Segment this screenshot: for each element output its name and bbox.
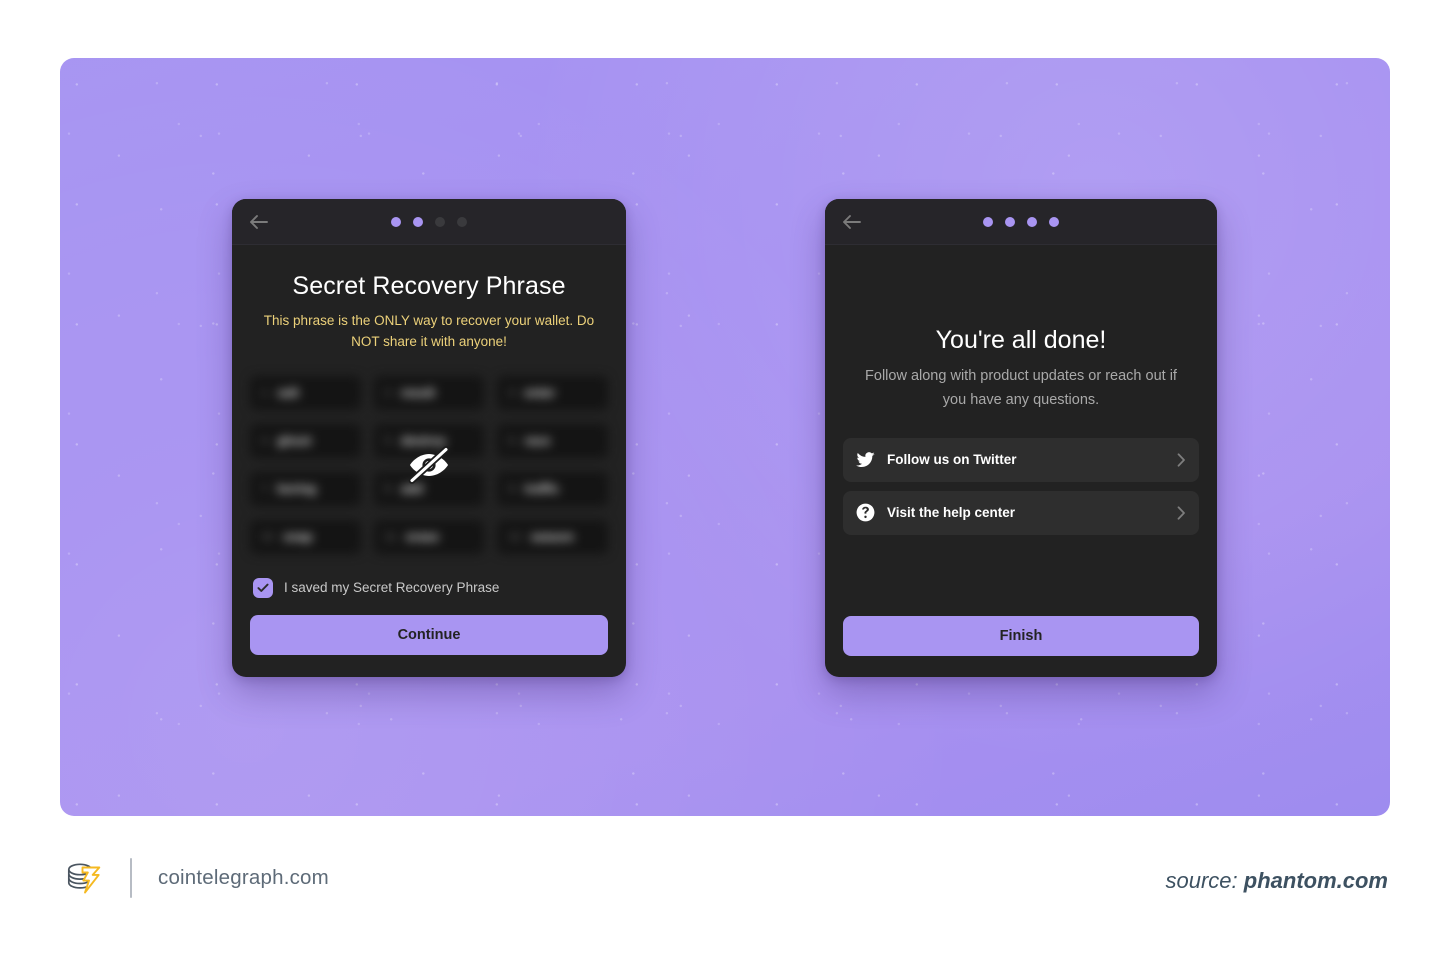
step-dot-2 — [1005, 216, 1015, 227]
seed-word-text: salt — [277, 385, 299, 400]
saved-phrase-checkbox[interactable] — [253, 577, 273, 598]
left-card-header — [232, 199, 626, 245]
seed-word-cell[interactable]: 6. race — [497, 423, 608, 458]
source-label: source: — [1165, 868, 1238, 893]
left-card-body: Secret Recovery Phrase This phrase is th… — [232, 272, 626, 677]
step-dot-1 — [983, 216, 993, 227]
seed-word-text: traffic — [524, 481, 560, 496]
seed-word-text: erase — [406, 529, 439, 544]
seed-word-cell[interactable]: 10. snap — [250, 519, 361, 554]
checkmark-icon — [257, 583, 269, 592]
seed-word-text: ghost — [277, 433, 312, 448]
seed-word-number: 10. — [261, 530, 277, 543]
help-center-label: Visit the help center — [887, 505, 1016, 521]
step-dot-3 — [435, 216, 445, 227]
seed-phrase-grid-wrapper: 1. salt 2. result 3. enter 4. ghost 5. d… — [250, 375, 608, 554]
seed-word-text: season — [530, 529, 574, 544]
step-dot-1 — [391, 216, 401, 227]
seed-word-cell[interactable]: 11. erase — [373, 519, 485, 554]
source-attribution: source: phantom.com — [1165, 868, 1388, 894]
step-dot-4 — [1049, 216, 1059, 227]
seed-word-number: 8. — [384, 482, 394, 495]
step-dot-4 — [457, 216, 467, 227]
seed-word-number: 1. — [261, 386, 271, 399]
step-dot-2 — [413, 216, 423, 227]
follow-twitter-row[interactable]: Follow us on Twitter — [843, 437, 1199, 482]
page-title: Secret Recovery Phrase — [292, 272, 566, 300]
seed-word-number: 5. — [384, 434, 394, 447]
step-dot-3 — [1027, 216, 1037, 227]
seed-word-cell[interactable]: 7. boring — [250, 471, 361, 506]
seed-word-number: 7. — [261, 482, 271, 495]
seed-word-number: 9. — [508, 482, 518, 495]
saved-phrase-label: I saved my Secret Recovery Phrase — [284, 580, 500, 596]
seed-word-number: 4. — [261, 434, 271, 447]
back-arrow-icon[interactable] — [248, 211, 270, 233]
seed-word-number: 3. — [508, 386, 518, 399]
continue-button[interactable]: Continue — [250, 614, 608, 655]
seed-word-cell[interactable]: 2. result — [373, 375, 485, 410]
eye-slash-icon[interactable] — [403, 439, 455, 491]
finish-button[interactable]: Finish — [843, 616, 1199, 656]
breadcrumb: cointelegraph.com — [62, 856, 329, 900]
twitter-icon — [856, 451, 882, 468]
footer-divider — [130, 858, 132, 898]
seed-word-text: enter — [524, 385, 556, 400]
right-card-header — [825, 199, 1217, 245]
seed-word-cell[interactable]: 12. season — [497, 519, 608, 554]
all-done-card: You're all done! Follow along with produ… — [825, 199, 1217, 677]
help-center-row[interactable]: Visit the help center — [843, 490, 1199, 535]
follow-twitter-label: Follow us on Twitter — [887, 452, 1017, 468]
seed-word-cell[interactable]: 3. enter — [497, 375, 608, 410]
cointelegraph-coins-bolt-icon — [62, 856, 106, 900]
footer-brand-name: cointelegraph.com — [158, 866, 329, 889]
seed-word-number: 12. — [508, 530, 524, 543]
all-done-title: You're all done! — [935, 326, 1107, 355]
warning-text: This phrase is the ONLY way to recover y… — [263, 313, 595, 350]
seed-word-number: 2. — [384, 386, 394, 399]
seed-word-cell[interactable]: 9. traffic — [497, 471, 608, 506]
chevron-right-icon — [1177, 453, 1186, 467]
seed-word-cell[interactable]: 4. ghost — [250, 423, 361, 458]
chevron-right-icon — [1177, 506, 1186, 520]
seed-word-cell[interactable]: 1. salt — [250, 375, 361, 410]
seed-word-text: boring — [277, 481, 317, 496]
secret-recovery-phrase-card: Secret Recovery Phrase This phrase is th… — [232, 199, 626, 677]
bottom-spacer — [843, 535, 1199, 616]
seed-word-text: result — [400, 385, 435, 400]
help-links-list: Follow us on Twitter Visit the help cent… — [843, 437, 1199, 535]
source-value: phantom.com — [1243, 868, 1388, 893]
right-card-body: You're all done! Follow along with produ… — [825, 245, 1217, 677]
hero-purple-panel: Secret Recovery Phrase This phrase is th… — [60, 58, 1390, 816]
seed-word-number: 11. — [384, 530, 400, 543]
right-step-indicator — [983, 216, 1059, 227]
seed-word-text: race — [524, 433, 551, 448]
back-arrow-icon[interactable] — [841, 211, 863, 233]
seed-word-text: snap — [283, 529, 313, 544]
top-spacer — [843, 245, 1199, 326]
saved-phrase-checkbox-row[interactable]: I saved my Secret Recovery Phrase — [250, 577, 608, 598]
question-mark-circle-icon — [856, 503, 882, 522]
all-done-subtitle: Follow along with product updates or rea… — [865, 368, 1177, 408]
page-footer: cointelegraph.com source: phantom.com — [0, 838, 1450, 958]
seed-word-number: 6. — [508, 434, 518, 447]
left-step-indicator — [391, 216, 467, 227]
